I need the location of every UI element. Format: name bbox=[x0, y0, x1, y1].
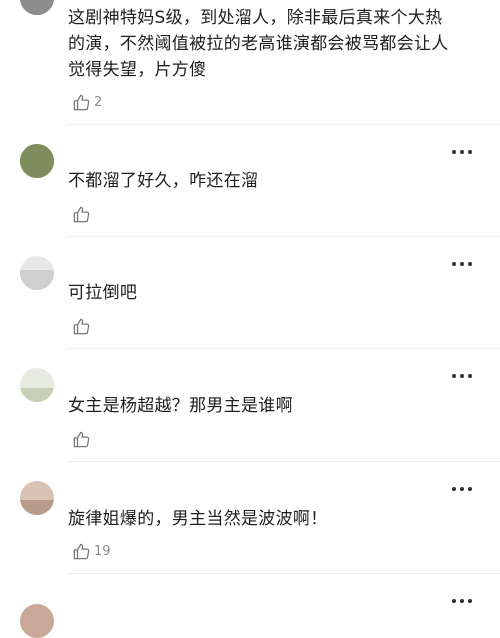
more-dots-icon bbox=[452, 599, 456, 603]
like-button[interactable] bbox=[72, 203, 94, 225]
avatar[interactable] bbox=[20, 368, 54, 402]
more-dots-icon bbox=[452, 150, 456, 154]
like-button[interactable]: 2 bbox=[72, 91, 102, 113]
divider bbox=[68, 573, 500, 574]
more-options-button[interactable] bbox=[452, 598, 472, 604]
like-button[interactable] bbox=[72, 428, 94, 450]
comment-text: 这剧神特妈S级，到处溜人，除非最后真来个大热 的演，不然阈值被拉的老高谁演都会被… bbox=[68, 8, 449, 80]
more-options-button[interactable] bbox=[452, 261, 472, 267]
like-count: 19 bbox=[94, 543, 111, 559]
thumbs-up-icon bbox=[73, 318, 90, 334]
divider bbox=[68, 124, 500, 125]
divider bbox=[68, 348, 500, 349]
more-dots-icon bbox=[452, 374, 456, 378]
avatar[interactable] bbox=[20, 144, 54, 178]
comment-text: 旋律姐爆的，男主当然是波波啊！ bbox=[68, 509, 328, 529]
comment-text: 可拉倒吧 bbox=[68, 283, 138, 303]
like-count: 2 bbox=[94, 94, 103, 110]
divider bbox=[68, 461, 500, 462]
thumbs-up-icon bbox=[73, 206, 90, 222]
more-options-button[interactable] bbox=[452, 486, 472, 492]
like-button[interactable]: 19 bbox=[72, 540, 111, 562]
thumbs-up-icon bbox=[73, 431, 90, 447]
like-button[interactable] bbox=[72, 315, 94, 337]
comment-text: 女主是杨超越？那男主是谁啊 bbox=[68, 396, 293, 416]
thumbs-up-icon bbox=[73, 94, 90, 110]
more-dots-icon bbox=[452, 262, 456, 266]
avatar[interactable] bbox=[20, 604, 54, 638]
avatar[interactable] bbox=[20, 256, 54, 290]
thumbs-up-icon bbox=[73, 543, 90, 559]
more-options-button[interactable] bbox=[452, 373, 472, 379]
more-dots-icon bbox=[452, 487, 456, 491]
divider bbox=[68, 236, 500, 237]
avatar[interactable] bbox=[20, 0, 54, 15]
comment-text: 不都溜了好久，咋还在溜 bbox=[68, 171, 259, 191]
more-options-button[interactable] bbox=[452, 149, 472, 155]
avatar[interactable] bbox=[20, 481, 54, 515]
